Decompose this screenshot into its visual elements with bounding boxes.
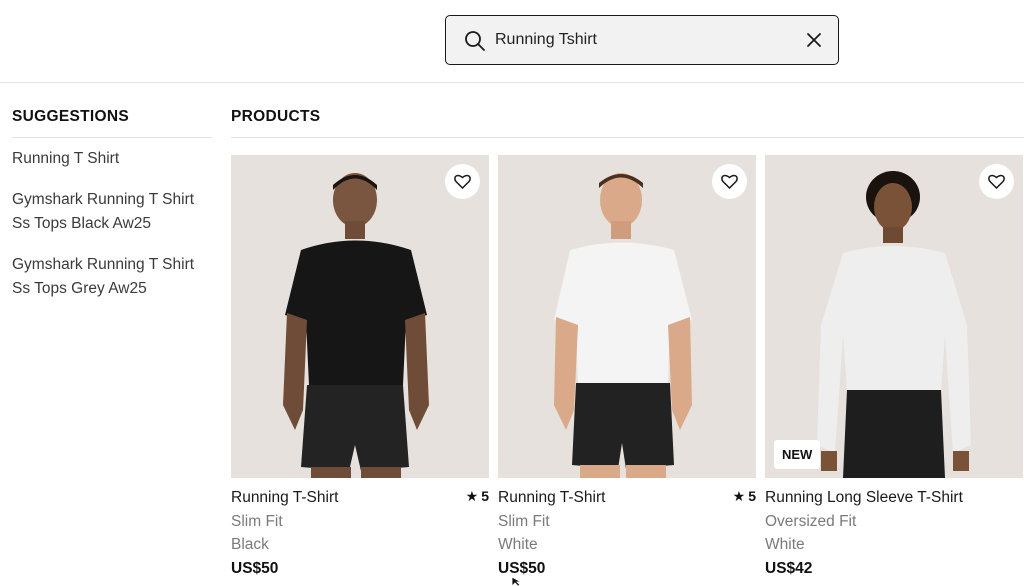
products-title: PRODUCTS [231,108,1024,138]
product-color: White [498,536,538,553]
product-info: Running Long Sleeve T-Shirt Oversized Fi… [765,488,1023,578]
new-badge: NEW [774,440,821,469]
suggestion-item[interactable]: Running T Shirt [12,147,212,171]
search-input[interactable] [495,27,795,53]
product-card[interactable]: NEW Running Long Sleeve T-Shirt Oversize… [765,155,1023,578]
product-name[interactable]: Running Long Sleeve T-Shirt [765,488,1023,507]
rating-value: 5 [481,488,489,504]
heart-icon [721,174,738,189]
wishlist-button[interactable] [445,164,480,199]
product-price: US$50 [231,559,279,577]
mouse-cursor-icon [511,577,523,586]
star-icon: ★ [732,488,746,504]
close-icon[interactable] [804,30,824,50]
products-panel: PRODUCTS [231,108,1024,138]
wishlist-button[interactable] [979,164,1014,199]
product-image[interactable] [498,155,756,478]
wishlist-button[interactable] [712,164,747,199]
product-info: Running T-Shirt ★ 5 Slim Fit Black US$50 [231,488,489,578]
heart-icon [454,174,471,189]
product-fit: Slim Fit [231,512,283,530]
heart-icon [988,174,1005,189]
product-name[interactable]: Running T-Shirt [231,488,489,507]
suggestion-item[interactable]: Gymshark Running T Shirt Ss Tops Black A… [12,188,212,236]
rating-value: 5 [748,488,756,504]
product-price: US$42 [765,559,813,577]
suggestion-item[interactable]: Gymshark Running T Shirt Ss Tops Grey Aw… [12,253,212,301]
product-info: Running T-Shirt ★ 5 Slim Fit White US$50 [498,488,756,578]
suggestions-title: SUGGESTIONS [12,108,212,138]
suggestions-panel: SUGGESTIONS Running T Shirt Gymshark Run… [12,108,212,301]
model-photo [765,155,1023,478]
product-fit: Slim Fit [498,512,550,530]
product-card[interactable]: Running T-Shirt ★ 5 Slim Fit Black US$50 [231,155,489,578]
product-price: US$50 [498,559,546,577]
header [0,0,1024,83]
search-bar[interactable] [445,15,839,65]
product-image[interactable]: NEW [765,155,1023,478]
product-image[interactable] [231,155,489,478]
product-color: Black [231,536,269,553]
product-rating: ★ 5 [466,488,489,505]
product-rating: ★ 5 [733,488,756,505]
model-photo [231,155,489,478]
product-color: White [765,536,805,553]
product-fit: Oversized Fit [765,512,857,530]
search-icon [465,31,485,51]
product-name[interactable]: Running T-Shirt [498,488,756,507]
star-icon: ★ [465,488,479,504]
product-card[interactable]: Running T-Shirt ★ 5 Slim Fit White US$50 [498,155,756,578]
model-photo [498,155,756,478]
